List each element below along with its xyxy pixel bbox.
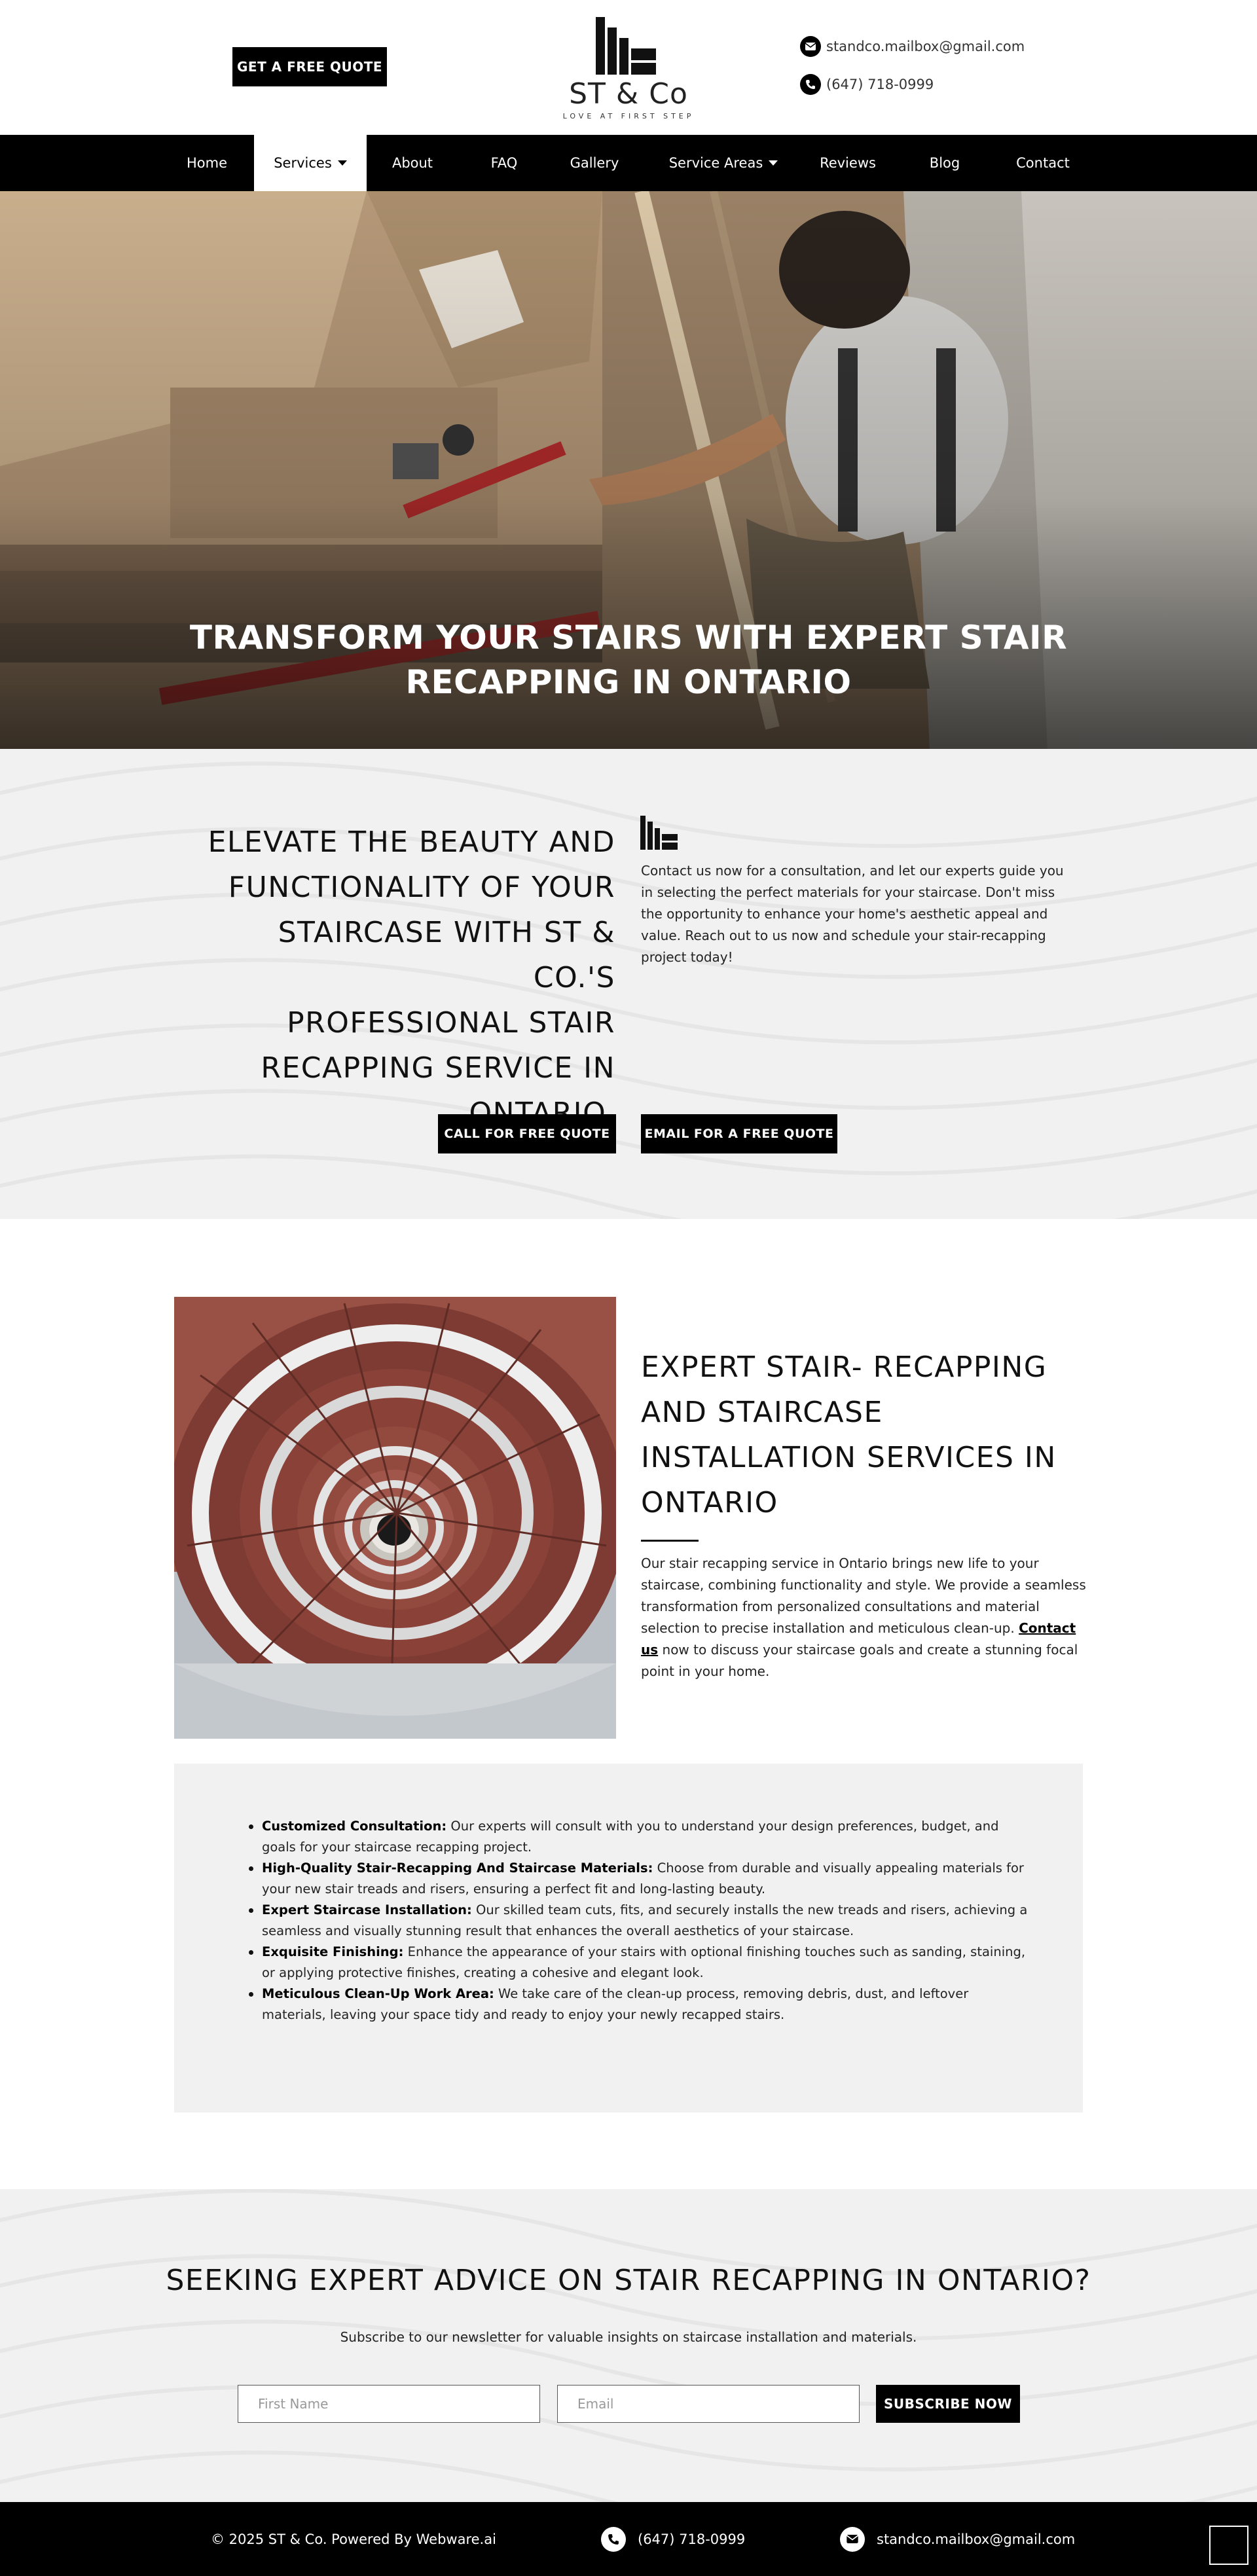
site-logo[interactable]: ST & Co LOVE AT FIRST STEP [556,17,701,122]
elevate-heading-line: FUNCTIONALITY OF YOUR [228,871,615,904]
elevate-heading-line: PROFESSIONAL STAIR [287,1006,615,1040]
list-item: Meticulous Clean-Up Work Area: We take c… [247,1984,1033,2025]
feature-title: Expert Staircase Installation: [262,1902,472,1917]
hero-title: TRANSFORM YOUR STAIRS WITH EXPERT STAIR … [0,615,1257,704]
wave-pattern-background [0,761,1257,1219]
call-for-free-quote-button[interactable]: CALL FOR FREE QUOTE [438,1114,616,1153]
envelope-icon [840,2526,865,2552]
main-navigation: Home Services About FAQ Gallery Service … [0,135,1257,191]
header-email[interactable]: standco.mailbox@gmail.com [800,36,1025,57]
heading-divider [641,1540,699,1542]
footer-email-text: standco.mailbox@gmail.com [877,2531,1076,2547]
logo-name: ST & Co [569,77,688,111]
logo-stairs-icon [596,17,656,75]
feature-title: Exquisite Finishing: [262,1944,404,1959]
expert-heading-line: AND STAIRCASE [641,1396,883,1429]
elevate-heading: ELEVATE THE BEAUTY AND FUNCTIONALITY OF … [196,820,615,1136]
hero-banner: TRANSFORM YOUR STAIRS WITH EXPERT STAIR … [0,191,1257,749]
email-for-free-quote-button[interactable]: EMAIL FOR A FREE QUOTE [641,1114,837,1153]
nav-faq-label: FAQ [490,155,518,171]
header-phone-text: (647) 718-0999 [826,77,934,92]
chevron-down-icon [337,160,347,166]
phone-icon [601,2526,626,2552]
email-input[interactable] [557,2385,860,2423]
list-item: Expert Staircase Installation: Our skill… [247,1900,1033,1942]
nav-blog-label: Blog [929,155,960,171]
phone-icon [800,74,821,95]
services-features-box: Customized Consultation: Our experts wil… [174,1764,1083,2113]
header-email-text: standco.mailbox@gmail.com [826,39,1025,54]
site-header: GET A FREE QUOTE ST & Co LOVE AT FIRST S… [0,0,1257,135]
nav-services[interactable]: Services [254,135,367,191]
nav-services-label: Services [274,155,332,171]
expert-heading-line: INSTALLATION SERVICES IN [641,1441,1057,1474]
feature-title: Customized Consultation: [262,1819,447,1834]
newsletter-subtitle: Subscribe to our newsletter for valuable… [340,2329,917,2345]
chevron-down-icon [769,160,778,166]
nav-about-label: About [392,155,433,171]
envelope-icon [800,36,821,57]
list-item: Exquisite Finishing: Enhance the appeara… [247,1942,1033,1984]
features-list: Customized Consultation: Our experts wil… [247,1816,1033,2025]
newsletter-section: SEEKING EXPERT ADVICE ON STAIR RECAPPING… [0,2189,1257,2502]
newsletter-title: SEEKING EXPERT ADVICE ON STAIR RECAPPING… [166,2264,1091,2297]
elevate-heading-line: ELEVATE THE BEAUTY AND [208,825,615,859]
expert-heading: EXPERT STAIR- RECAPPING AND STAIRCASE IN… [641,1345,1086,1525]
spiral-staircase-image [174,1297,616,1739]
hero-title-line-1: TRANSFORM YOUR STAIRS WITH EXPERT STAIR [189,619,1068,657]
logo-stairs-icon [640,816,678,850]
nav-service-areas[interactable]: Service Areas [665,135,782,191]
hero-title-line-2: RECAPPING IN ONTARIO [405,663,852,701]
expert-heading-line: ONTARIO [641,1486,778,1519]
nav-reviews[interactable]: Reviews [815,135,881,191]
header-phone[interactable]: (647) 718-0999 [800,74,934,95]
footer-phone-text: (647) 718-0999 [638,2531,746,2547]
nav-contact[interactable]: Contact [1010,135,1076,191]
nav-about[interactable]: About [380,135,445,191]
footer-phone[interactable]: (647) 718-0999 [601,2502,745,2576]
list-item: High-Quality Stair-Recapping And Stairca… [247,1858,1033,1900]
elevate-description: Contact us now for a consultation, and l… [641,863,1064,965]
elevate-section: ELEVATE THE BEAUTY AND FUNCTIONALITY OF … [0,749,1257,1219]
elevate-heading-line: RECAPPING SERVICE IN [261,1051,615,1085]
expert-text-part: now to discuss your staircase goals and … [641,1642,1078,1679]
subscribe-now-button[interactable]: SUBSCRIBE NOW [876,2385,1020,2423]
expert-heading-line: EXPERT STAIR- RECAPPING [641,1351,1048,1384]
nav-contact-label: Contact [1016,155,1070,171]
nav-home[interactable]: Home [174,135,240,191]
footer-copyright: © 2025 ST & Co. Powered By Webware.ai [211,2531,496,2547]
feature-title: Meticulous Clean-Up Work Area: [262,1986,494,2001]
list-item: Customized Consultation: Our experts wil… [247,1816,1033,1858]
nav-faq[interactable]: FAQ [471,135,537,191]
nav-home-label: Home [186,155,227,171]
scroll-to-top-button[interactable] [1209,2526,1248,2565]
wave-pattern-background [0,2189,1257,2502]
feature-title: High-Quality Stair-Recapping And Stairca… [262,1860,653,1876]
nav-blog[interactable]: Blog [912,135,977,191]
expert-description: Our stair recapping service in Ontario b… [641,1553,1086,1682]
nav-gallery-label: Gallery [570,155,619,171]
get-free-quote-button[interactable]: GET A FREE QUOTE [232,47,387,86]
first-name-input[interactable] [238,2385,540,2423]
nav-reviews-label: Reviews [820,155,876,171]
logo-tagline: LOVE AT FIRST STEP [562,112,695,120]
nav-gallery[interactable]: Gallery [562,135,627,191]
elevate-heading-line: STAIRCASE WITH ST & CO.'S [278,916,615,994]
nav-service-areas-label: Service Areas [668,155,763,171]
footer-email[interactable]: standco.mailbox@gmail.com [840,2502,1075,2576]
site-footer: © 2025 ST & Co. Powered By Webware.ai (6… [0,2502,1257,2576]
